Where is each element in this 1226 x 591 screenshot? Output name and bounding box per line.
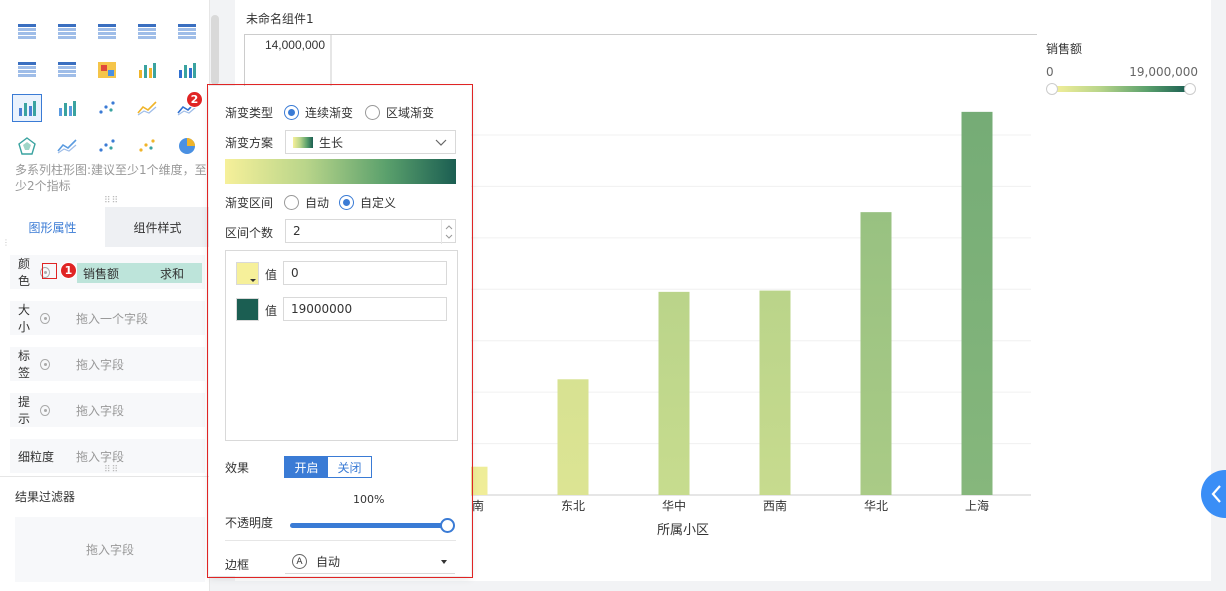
- left-panel: 多系列柱形图:建议至少1个维度，至少2个指标 ⠿⠿ 图形属性 组件样式 ⋮ 颜色…: [0, 0, 210, 591]
- legend-handle-max[interactable]: [1184, 83, 1196, 95]
- crosstab-icon[interactable]: [52, 18, 82, 46]
- x-axis-title: 所属小区: [657, 522, 709, 537]
- color-label: 颜色: [18, 257, 31, 288]
- x-tick-label: 东北: [561, 499, 585, 513]
- app-root: 多系列柱形图:建议至少1个维度，至少2个指标 ⠿⠿ 图形属性 组件样式 ⋮ 颜色…: [0, 0, 1226, 591]
- resize-grip-2[interactable]: ⠿⠿: [104, 465, 119, 475]
- legend-handle-min[interactable]: [1046, 83, 1058, 95]
- x-tick-label: 华北: [864, 499, 888, 513]
- prop-row-tip: 提示 拖入字段: [10, 393, 205, 427]
- x-tick-label: 华中: [662, 498, 686, 513]
- heatmap-icon[interactable]: [92, 56, 122, 84]
- side-grip[interactable]: ⋮: [2, 238, 11, 247]
- legend-gradient-bar: [1052, 86, 1188, 92]
- tab-component-style[interactable]: 组件样式: [105, 207, 210, 247]
- number-icon[interactable]: [172, 18, 202, 46]
- color-field-pill[interactable]: 销售额 求和: [77, 263, 202, 283]
- tip-drop-zone[interactable]: 拖入字段: [50, 402, 124, 419]
- label-drop-zone[interactable]: 拖入字段: [50, 356, 124, 373]
- bar-华中: [658, 291, 690, 495]
- legend-title: 销售额: [1046, 42, 1083, 56]
- step-badge-2: 2: [186, 91, 203, 108]
- dot-table-icon[interactable]: [52, 56, 82, 84]
- table-icon[interactable]: [12, 18, 42, 46]
- line-icon[interactable]: [132, 94, 162, 122]
- step-badge-1: 1: [60, 262, 77, 279]
- prop-row-size: 大小 拖入一个字段: [10, 301, 205, 335]
- multi-column-icon[interactable]: [12, 94, 42, 122]
- resize-grip[interactable]: ⠿⠿: [104, 196, 119, 206]
- bar-上海: [961, 111, 993, 495]
- scatter-icon[interactable]: [92, 132, 122, 160]
- x-tick-label: 西南: [763, 498, 787, 513]
- size-drop-zone[interactable]: 拖入一个字段: [50, 310, 148, 327]
- color-field-name: 销售额: [83, 266, 120, 281]
- bar-东北: [557, 379, 589, 495]
- granularity-label: 细粒度: [18, 449, 55, 464]
- tip-label: 提示: [18, 395, 31, 426]
- pie-icon[interactable]: [172, 132, 202, 160]
- radar-icon[interactable]: [12, 132, 42, 160]
- legend-max: 19,000,000: [1129, 65, 1198, 79]
- heat-table-icon[interactable]: [12, 56, 42, 84]
- prop-row-color: 颜色 销售额 求和: [10, 255, 205, 289]
- icon-scrollbar[interactable]: [211, 15, 219, 85]
- stacked-column-icon[interactable]: [132, 56, 162, 84]
- scatter-column-icon[interactable]: [92, 94, 122, 122]
- tab-shape-properties[interactable]: 图形属性: [0, 207, 105, 247]
- divider: [0, 476, 210, 477]
- tip-settings-gear-icon[interactable]: [40, 404, 50, 416]
- kpi-grid-icon[interactable]: [132, 18, 162, 46]
- color-field-agg[interactable]: 求和: [160, 265, 184, 282]
- highlight-gear-box: [42, 263, 57, 279]
- x-tick-label: 上海: [965, 498, 989, 513]
- highlight-popup-box: [207, 84, 473, 578]
- bubble-icon[interactable]: [132, 132, 162, 160]
- bar-华北: [860, 212, 892, 495]
- granularity-drop-zone[interactable]: 拖入字段: [65, 448, 124, 465]
- chevron-left-icon: [1211, 485, 1221, 503]
- label-label: 标签: [18, 349, 31, 380]
- color-legend: 销售额 0 19,000,000: [1046, 40, 1198, 95]
- size-settings-gear-icon[interactable]: [40, 312, 50, 324]
- result-filter-title: 结果过滤器: [15, 490, 76, 504]
- bar-icon[interactable]: [52, 94, 82, 122]
- collapse-panel-button[interactable]: [1201, 470, 1226, 518]
- prop-row-label: 标签 拖入字段: [10, 347, 205, 381]
- property-tabs: 图形属性 组件样式: [0, 207, 210, 247]
- chart-hint: 多系列柱形图:建议至少1个维度，至少2个指标: [15, 163, 207, 193]
- y-tick-label: 14,000,000: [265, 38, 325, 52]
- size-label: 大小: [18, 303, 31, 334]
- legend-min: 0: [1046, 65, 1054, 79]
- detail-table-icon[interactable]: [92, 18, 122, 46]
- bar-西南: [759, 290, 791, 495]
- column-icon[interactable]: [172, 56, 202, 84]
- area-icon[interactable]: [52, 132, 82, 160]
- widget-title[interactable]: 未命名组件1: [246, 10, 314, 27]
- result-filter-drop-zone[interactable]: 拖入字段: [15, 517, 205, 582]
- label-settings-gear-icon[interactable]: [40, 358, 50, 370]
